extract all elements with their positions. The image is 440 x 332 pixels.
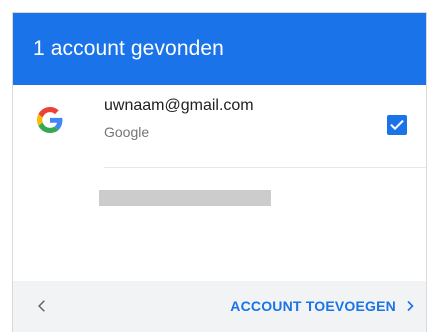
account-email: uwnaam@gmail.com: [104, 97, 254, 114]
dialog-title: 1 account gevonden: [33, 37, 224, 60]
account-checkbox[interactable]: [387, 115, 407, 135]
account-dialog: 1 account gevonden uwnaam@gmail.com Goog…: [12, 12, 427, 332]
add-account-label: ACCOUNT TOEVOEGEN: [230, 298, 396, 314]
account-provider: Google: [104, 124, 150, 140]
dialog-footer: ACCOUNT TOEVOEGEN: [13, 281, 426, 332]
chevron-left-icon: [38, 300, 45, 312]
loading-placeholder-bar: [99, 190, 271, 206]
chevron-right-icon: [404, 299, 416, 313]
row-divider: [104, 167, 426, 168]
dialog-header: 1 account gevonden: [13, 13, 426, 85]
checkmark-icon: [390, 119, 404, 131]
add-account-button[interactable]: ACCOUNT TOEVOEGEN: [230, 289, 416, 323]
google-g-icon: [37, 107, 63, 133]
account-row[interactable]: uwnaam@gmail.com Google: [13, 85, 426, 167]
back-button[interactable]: [27, 291, 57, 321]
